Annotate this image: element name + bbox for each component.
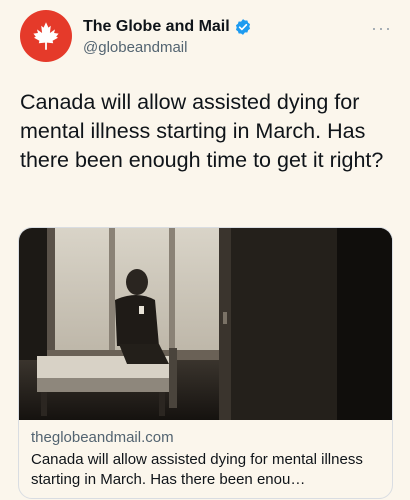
card-domain[interactable]: theglobeandmail.com [31, 429, 381, 446]
link-card[interactable]: theglobeandmail.com Canada will allow as… [18, 227, 393, 499]
tweet-header: The Globe and Mail @globeandmail ··· [20, 10, 392, 70]
tweet-text: Canada will allow assisted dying for men… [20, 90, 384, 172]
display-name[interactable]: The Globe and Mail [83, 18, 230, 36]
verified-badge-icon [234, 18, 252, 36]
article-photo[interactable] [19, 228, 392, 420]
more-options-icon[interactable]: ··· [371, 18, 392, 39]
card-title[interactable]: Canada will allow assisted dying for men… [31, 450, 381, 490]
maple-leaf-icon [33, 22, 59, 50]
account-avatar[interactable] [20, 10, 72, 62]
account-handle[interactable]: @globeandmail [83, 39, 252, 56]
